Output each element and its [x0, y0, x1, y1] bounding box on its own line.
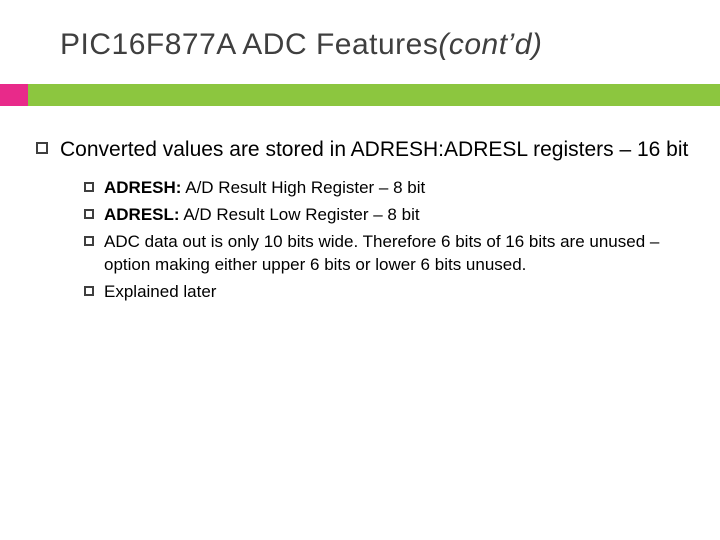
- title-main: PIC16F877A ADC Features: [60, 28, 438, 61]
- list-item: ADC data out is only 10 bits wide. There…: [84, 231, 696, 277]
- item-rest: ADC data out is only 10 bits wide. There…: [104, 232, 659, 274]
- item-rest: Explained later: [104, 282, 216, 301]
- list-item-text: Explained later: [104, 281, 696, 304]
- list-item: ADRESL: A/D Result Low Register – 8 bit: [84, 204, 696, 227]
- list-item-text: ADRESH: A/D Result High Register – 8 bit: [104, 177, 696, 200]
- square-bullet-icon: [84, 209, 94, 219]
- list-item: Converted values are stored in ADRESH:AD…: [36, 136, 696, 163]
- accent-green: [28, 84, 720, 106]
- title-cont: (cont’d): [438, 28, 542, 61]
- list-item-text: ADC data out is only 10 bits wide. There…: [104, 231, 696, 277]
- body: Converted values are stored in ADRESH:AD…: [36, 136, 696, 308]
- square-bullet-icon: [36, 142, 48, 154]
- item-rest: A/D Result Low Register – 8 bit: [180, 205, 420, 224]
- square-bullet-icon: [84, 286, 94, 296]
- slide-title: PIC16F877A ADC Features(cont’d): [60, 28, 542, 62]
- list-item-text: Converted values are stored in ADRESH:AD…: [60, 136, 696, 163]
- list-item-text: ADRESL: A/D Result Low Register – 8 bit: [104, 204, 696, 227]
- list-item: Explained later: [84, 281, 696, 304]
- bold-label: ADRESL:: [104, 205, 180, 224]
- square-bullet-icon: [84, 182, 94, 192]
- bold-label: ADRESH:: [104, 178, 181, 197]
- accent-pink: [0, 84, 28, 106]
- slide: PIC16F877A ADC Features(cont’d) Converte…: [0, 0, 720, 540]
- square-bullet-icon: [84, 236, 94, 246]
- item-rest: A/D Result High Register – 8 bit: [181, 178, 425, 197]
- accent-bar: [0, 84, 720, 106]
- sublist: ADRESH: A/D Result High Register – 8 bit…: [84, 177, 696, 304]
- list-item: ADRESH: A/D Result High Register – 8 bit: [84, 177, 696, 200]
